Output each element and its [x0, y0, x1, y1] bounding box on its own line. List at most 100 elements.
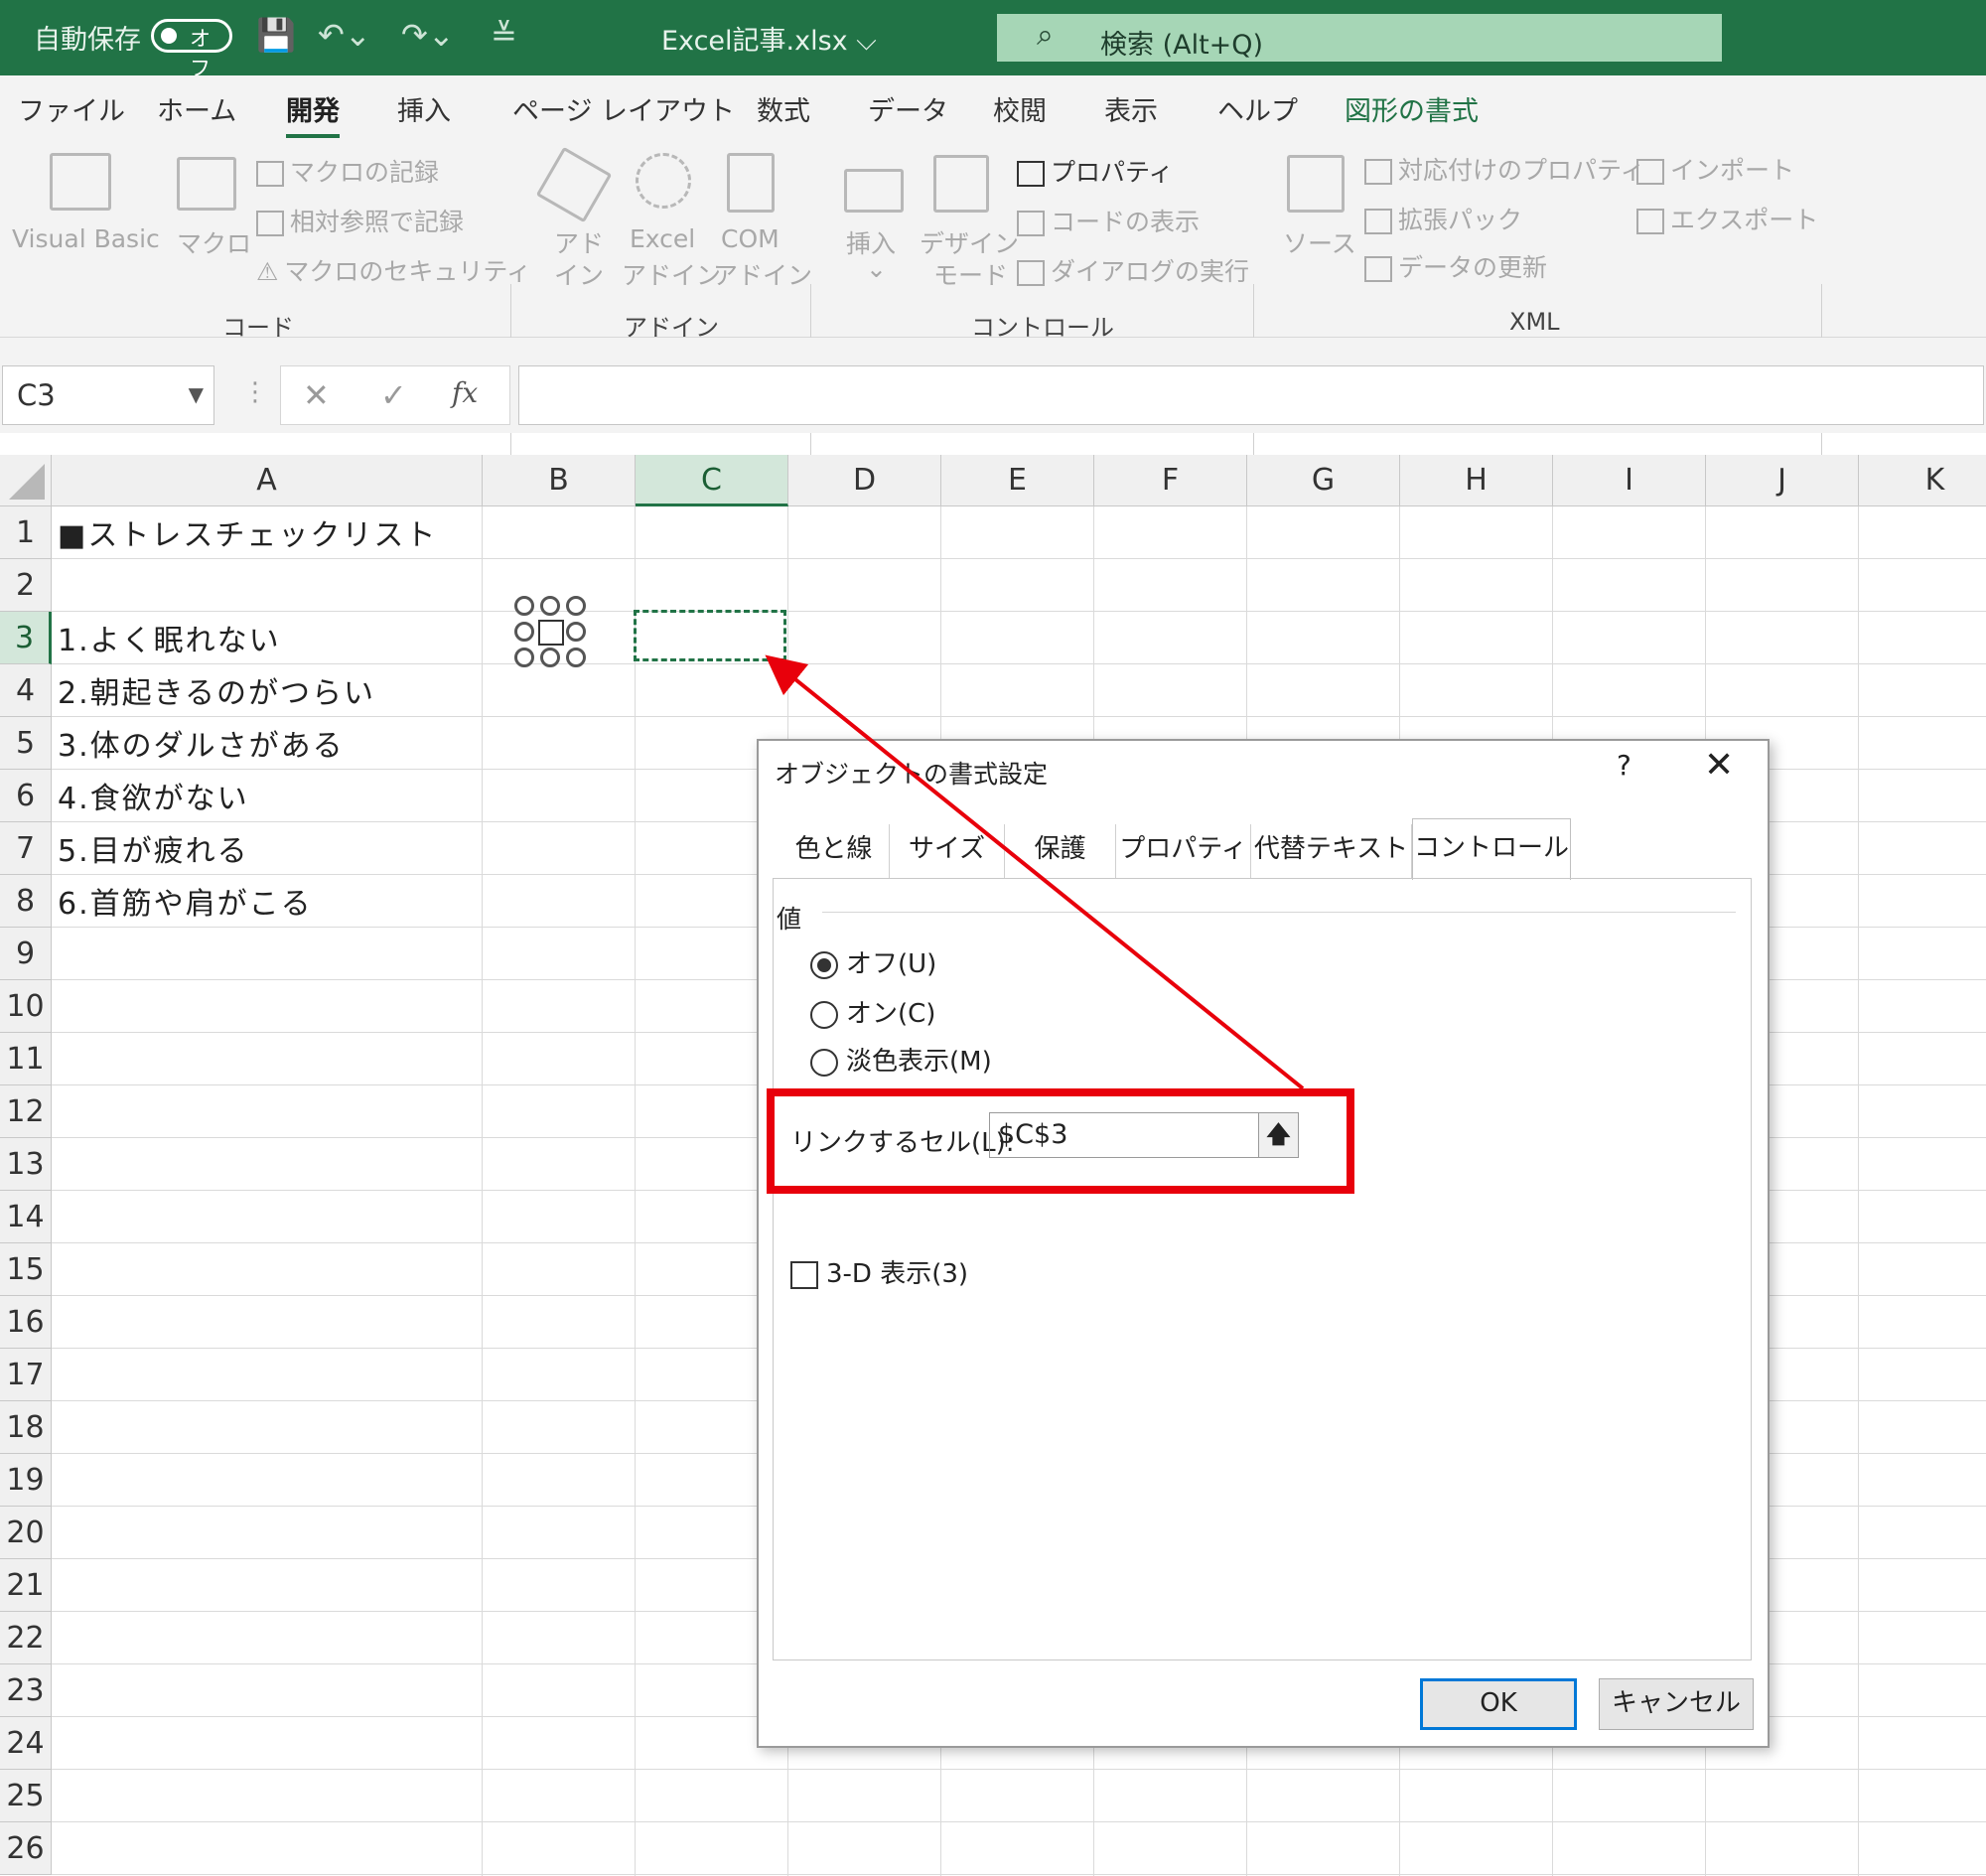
column-header-c[interactable]: C — [636, 455, 788, 506]
row-header-14[interactable]: 14 — [0, 1191, 52, 1243]
resize-handle[interactable] — [540, 648, 560, 667]
import-button[interactable]: インポート — [1636, 151, 1794, 187]
insert-function-icon[interactable]: fx — [452, 376, 478, 409]
autosave-toggle[interactable]: オフ — [151, 19, 232, 80]
resize-handle[interactable] — [566, 622, 586, 642]
excel-addin-line1[interactable]: Excel — [630, 224, 695, 253]
redo-icon[interactable]: ↷⌄ — [401, 16, 455, 54]
resize-handle[interactable] — [514, 622, 534, 642]
resize-handle[interactable] — [540, 596, 560, 616]
row-header-9[interactable]: 9 — [0, 928, 52, 980]
close-icon[interactable]: ✕ — [1704, 745, 1734, 786]
row-header-10[interactable]: 10 — [0, 980, 52, 1033]
tab-size[interactable]: サイズ — [890, 824, 1005, 878]
cell-A7[interactable]: 5.目が疲れる — [58, 826, 249, 870]
row-header-2[interactable]: 2 — [0, 559, 52, 612]
resize-handle[interactable] — [514, 648, 534, 667]
column-header-k[interactable]: K — [1859, 455, 1986, 506]
macro-button[interactable]: マクロ — [177, 224, 251, 260]
row-header-26[interactable]: 26 — [0, 1822, 52, 1875]
ok-button[interactable]: OK — [1420, 1678, 1577, 1730]
row-header-1[interactable]: 1 — [0, 506, 52, 559]
save-icon[interactable]: 💾 — [256, 16, 296, 54]
radio-off[interactable]: オフ(U) — [810, 943, 936, 980]
visual-basic-button[interactable]: Visual Basic — [12, 224, 160, 253]
tab-developer[interactable]: 開発 — [286, 89, 340, 138]
column-header-a[interactable]: A — [52, 455, 483, 506]
row-header-19[interactable]: 19 — [0, 1454, 52, 1507]
view-code-button[interactable]: コードの表示 — [1017, 203, 1200, 238]
row-header-6[interactable]: 6 — [0, 770, 52, 822]
excel-addin-line2[interactable]: アドイン — [622, 256, 721, 292]
column-header-h[interactable]: H — [1400, 455, 1553, 506]
tab-page-layout[interactable]: ページ レイアウト — [512, 89, 735, 128]
design-mode-line2[interactable]: モード — [933, 256, 1008, 292]
chevron-down-icon[interactable]: ⌄ — [866, 254, 887, 283]
column-header-g[interactable]: G — [1247, 455, 1400, 506]
file-name[interactable]: Excel記事.xlsx ⌵ — [661, 19, 877, 58]
search-box[interactable]: ⌕ 検索 (Alt+Q) — [997, 14, 1722, 62]
expansion-packs-button[interactable]: 拡張パック — [1364, 201, 1522, 236]
cell-A8[interactable]: 6.首筋や肩がこる — [58, 879, 313, 923]
relative-ref-button[interactable]: 相対参照で記録 — [256, 203, 464, 238]
row-header-13[interactable]: 13 — [0, 1138, 52, 1191]
map-properties-button[interactable]: 対応付けのプロパティ — [1364, 151, 1645, 187]
row-header-18[interactable]: 18 — [0, 1401, 52, 1454]
radio-mixed[interactable]: 淡色表示(M) — [810, 1041, 992, 1078]
row-header-22[interactable]: 22 — [0, 1612, 52, 1664]
properties-button[interactable]: プロパティ — [1017, 153, 1174, 189]
row-header-25[interactable]: 25 — [0, 1770, 52, 1822]
undo-icon[interactable]: ↶⌄ — [318, 16, 371, 54]
tab-help[interactable]: ヘルプ — [1217, 89, 1298, 128]
tab-properties[interactable]: プロパティ — [1116, 824, 1251, 878]
addin-line2[interactable]: イン — [554, 256, 604, 292]
record-macro-button[interactable]: マクロの記録 — [256, 153, 439, 189]
column-header-i[interactable]: I — [1553, 455, 1706, 506]
row-header-12[interactable]: 12 — [0, 1085, 52, 1138]
tab-colors-lines[interactable]: 色と線 — [779, 824, 890, 878]
formula-bar-resize-icon[interactable]: ⋮ — [242, 377, 268, 407]
tab-home[interactable]: ホーム — [157, 89, 236, 128]
tab-shape-format[interactable]: 図形の書式 — [1345, 89, 1479, 128]
column-header-j[interactable]: J — [1706, 455, 1859, 506]
tab-alt-text[interactable]: 代替テキスト — [1251, 824, 1412, 878]
tab-view[interactable]: 表示 — [1104, 89, 1158, 128]
row-header-5[interactable]: 5 — [0, 717, 52, 770]
tab-insert[interactable]: 挿入 — [397, 89, 451, 128]
three-d-checkbox[interactable]: 3-D 表示(3) — [790, 1253, 968, 1290]
row-header-3[interactable]: 3 — [0, 612, 52, 664]
formula-input[interactable] — [518, 365, 1984, 425]
cell-A5[interactable]: 3.体のダルさがある — [58, 721, 345, 765]
tab-protection[interactable]: 保護 — [1005, 824, 1116, 878]
run-dialog-button[interactable]: ダイアログの実行 — [1017, 252, 1249, 288]
row-header-23[interactable]: 23 — [0, 1664, 52, 1717]
tab-formulas[interactable]: 数式 — [757, 89, 810, 128]
row-header-20[interactable]: 20 — [0, 1507, 52, 1559]
customize-qat-icon[interactable]: ≚ — [491, 16, 517, 54]
cancel-entry-icon[interactable]: ✕ — [303, 376, 330, 414]
cell-A3[interactable]: 1.よく眠れない — [58, 616, 281, 659]
row-header-11[interactable]: 11 — [0, 1033, 52, 1085]
radio-on[interactable]: オン(C) — [810, 993, 935, 1030]
row-header-17[interactable]: 17 — [0, 1349, 52, 1401]
addin-line1[interactable]: アド — [554, 224, 604, 260]
cancel-button[interactable]: キャンセル — [1599, 1678, 1754, 1730]
column-header-d[interactable]: D — [788, 455, 941, 506]
linked-cell-c3-marquee[interactable] — [634, 610, 786, 661]
resize-handle[interactable] — [566, 596, 586, 616]
export-button[interactable]: エクスポート — [1636, 201, 1818, 236]
help-icon[interactable]: ? — [1617, 749, 1631, 782]
row-header-24[interactable]: 24 — [0, 1717, 52, 1770]
refresh-data-button[interactable]: データの更新 — [1364, 248, 1547, 284]
enter-entry-icon[interactable]: ✓ — [380, 376, 407, 414]
column-header-e[interactable]: E — [941, 455, 1094, 506]
design-mode-line1[interactable]: デザイン — [920, 224, 1019, 260]
row-header-4[interactable]: 4 — [0, 664, 52, 717]
cell-A6[interactable]: 4.食欲がない — [58, 774, 249, 817]
tab-control[interactable]: コントロール — [1412, 818, 1571, 880]
row-header-15[interactable]: 15 — [0, 1243, 52, 1296]
column-header-f[interactable]: F — [1094, 455, 1247, 506]
tab-file[interactable]: ファイル — [18, 89, 125, 128]
select-all-button[interactable] — [0, 455, 52, 506]
row-header-8[interactable]: 8 — [0, 875, 52, 928]
